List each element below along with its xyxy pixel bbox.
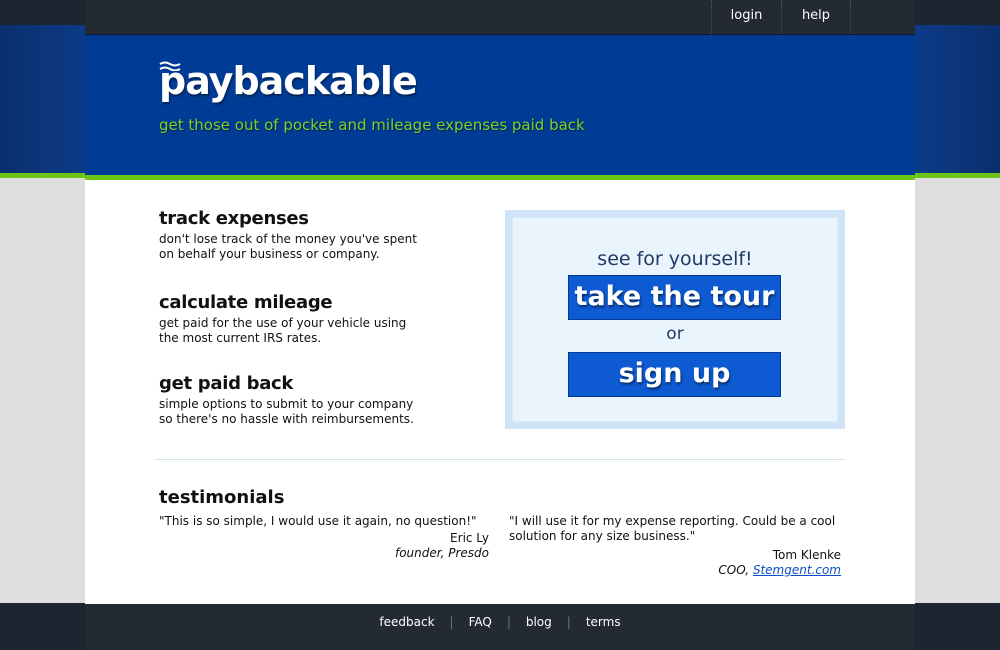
- footer-separator: |: [506, 615, 511, 629]
- feature-title: track expenses: [159, 208, 309, 229]
- stemgent-link[interactable]: Stemgent.com: [753, 563, 841, 577]
- feature-line: get paid for the use of your vehicle usi…: [159, 316, 407, 330]
- page-column: login help paybackable get those out of …: [85, 0, 915, 650]
- testimonials-title: testimonials: [159, 487, 285, 508]
- testimonial: "This is so simple, I would use it again…: [159, 514, 489, 561]
- testimonial: "I will use it for my expense reporting.…: [509, 514, 841, 578]
- testimonial-author: Tom Klenke: [772, 548, 841, 562]
- take-the-tour-button[interactable]: take the tour: [568, 275, 781, 320]
- cta-panel-inner: see for yourself! take the tour or sign …: [512, 217, 838, 422]
- footer-separator: |: [566, 615, 571, 629]
- feature-title: calculate mileage: [159, 292, 333, 313]
- terms-link[interactable]: terms: [586, 615, 621, 629]
- main-content: track expenses don't lose track of the m…: [85, 180, 915, 604]
- testimonial-role: COO, Stemgent.com: [509, 563, 841, 578]
- footer-separator: |: [449, 615, 454, 629]
- tagline: get those out of pocket and mileage expe…: [159, 116, 585, 134]
- testimonial-role-text: COO,: [718, 563, 753, 577]
- blog-link[interactable]: blog: [526, 615, 552, 629]
- feature-line: simple options to submit to your company: [159, 397, 414, 411]
- footer: feedback | FAQ | blog | terms: [85, 604, 915, 650]
- testimonial-quote: "This is so simple, I would use it again…: [159, 514, 477, 528]
- cta-or-text: or: [666, 324, 684, 344]
- section-divider: [155, 459, 845, 460]
- testimonial-quote: "I will use it for my expense reporting.…: [509, 514, 836, 543]
- help-link[interactable]: help: [781, 0, 851, 34]
- feature-title: get paid back: [159, 373, 294, 394]
- top-nav: login help: [711, 0, 851, 34]
- feature-line: the most current IRS rates.: [159, 331, 322, 345]
- footer-nav: feedback | FAQ | blog | terms: [85, 615, 915, 629]
- feature-description: get paid for the use of your vehicle usi…: [159, 316, 459, 346]
- feature-description: simple options to submit to your company…: [159, 397, 459, 427]
- feature-get-paid-back: get paid back simple options to submit t…: [159, 373, 459, 427]
- sign-up-button[interactable]: sign up: [568, 352, 781, 397]
- login-link[interactable]: login: [711, 0, 781, 34]
- logo[interactable]: paybackable: [159, 59, 418, 103]
- feature-line: don't lose track of the money you've spe…: [159, 232, 417, 246]
- faq-link[interactable]: FAQ: [469, 615, 492, 629]
- feature-line: so there's no hassle with reimbursements…: [159, 412, 414, 426]
- cta-panel: see for yourself! take the tour or sign …: [505, 210, 845, 429]
- top-bar: login help: [85, 0, 915, 35]
- testimonial-author: Eric Ly: [450, 531, 489, 545]
- feedback-link[interactable]: feedback: [379, 615, 434, 629]
- testimonial-role: founder, Presdo: [394, 546, 489, 560]
- cta-heading: see for yourself!: [597, 248, 753, 270]
- feature-description: don't lose track of the money you've spe…: [159, 232, 459, 262]
- feature-calculate-mileage: calculate mileage get paid for the use o…: [159, 292, 459, 346]
- feature-track-expenses: track expenses don't lose track of the m…: [159, 208, 459, 262]
- feature-line: on behalf your business or company.: [159, 247, 380, 261]
- header: paybackable get those out of pocket and …: [85, 35, 915, 175]
